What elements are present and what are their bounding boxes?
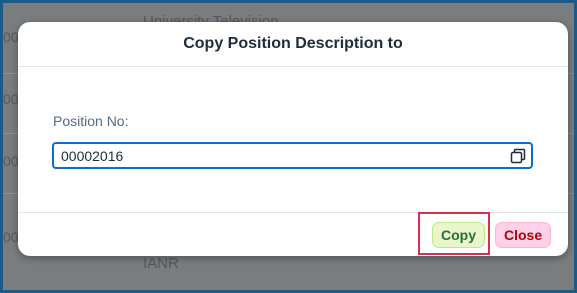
- position-no-input[interactable]: [54, 144, 505, 167]
- dialog-footer: Copy Close: [18, 212, 568, 256]
- background-row-number: 00: [3, 229, 19, 245]
- background-row-number: 00: [3, 91, 19, 107]
- copy-windows-icon: [510, 148, 526, 163]
- position-no-field[interactable]: [52, 142, 533, 169]
- copy-button[interactable]: Copy: [432, 222, 485, 248]
- dialog-header: Copy Position Description to: [18, 22, 568, 67]
- background-row-text: IANR: [143, 255, 179, 272]
- copy-position-dialog: Copy Position Description to Position No…: [18, 22, 568, 256]
- position-no-label: Position No:: [53, 113, 129, 129]
- dialog-title: Copy Position Description to: [183, 35, 403, 52]
- value-help-icon[interactable]: [505, 144, 531, 167]
- close-button[interactable]: Close: [495, 222, 552, 248]
- background-row-number: 00: [3, 29, 19, 45]
- background-row-number: 00: [3, 153, 19, 169]
- dialog-body: Position No:: [18, 67, 568, 212]
